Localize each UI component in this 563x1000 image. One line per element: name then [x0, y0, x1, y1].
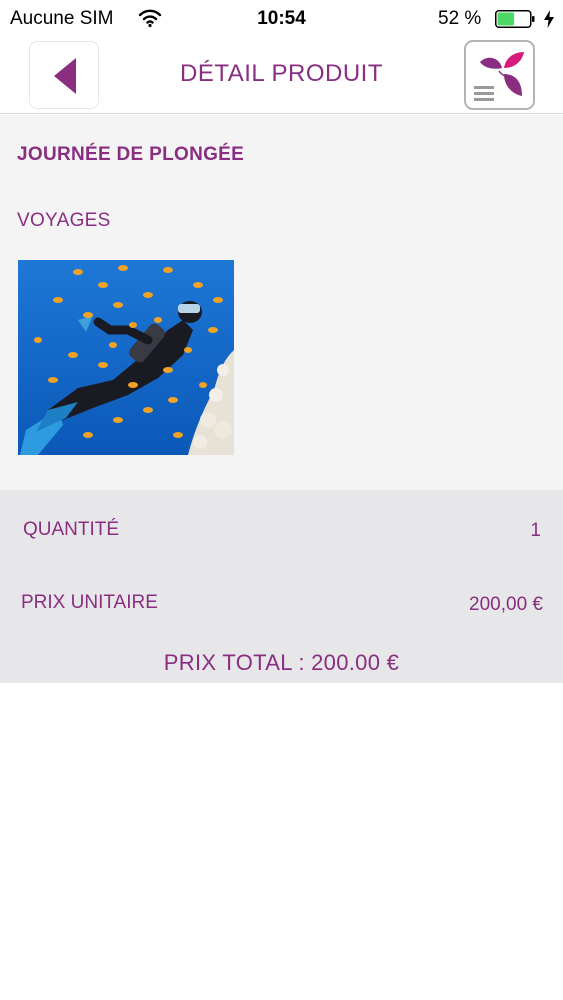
charging-bolt-icon — [544, 10, 554, 28]
scuba-diver-photo — [18, 260, 234, 455]
product-title: JOURNÉE DE PLONGÉE — [17, 144, 245, 165]
quantity-value: 1 — [530, 520, 541, 541]
total-price: PRIX TOTAL : 200.00 € — [163, 650, 400, 675]
nav-bar: DÉTAIL PRODUIT — [0, 38, 563, 114]
quantity-label: QUANTITÉ — [23, 519, 120, 540]
battery-icon — [495, 10, 535, 28]
empty-area — [0, 683, 563, 1000]
screen: Aucune SIM 10:54 52 % DÉTAIL PRODUIT JOU… — [0, 0, 563, 1000]
unit-price-label: PRIX UNITAIRE — [21, 592, 158, 613]
product-section: JOURNÉE DE PLONGÉE VOYAGES — [0, 115, 563, 490]
battery-percent: 52 % — [438, 8, 482, 29]
product-image — [18, 260, 234, 455]
battery-level-fill — [497, 12, 515, 26]
menu-button[interactable] — [464, 40, 535, 110]
status-bar: Aucune SIM 10:54 52 % — [0, 0, 563, 38]
product-category: VOYAGES — [17, 210, 111, 231]
unit-price-value: 200,00 € — [469, 594, 543, 615]
leaf-logo-menu-icon — [474, 52, 524, 101]
pricing-section: QUANTITÉ 1 PRIX UNITAIRE 200,00 € PRIX T… — [0, 490, 563, 683]
